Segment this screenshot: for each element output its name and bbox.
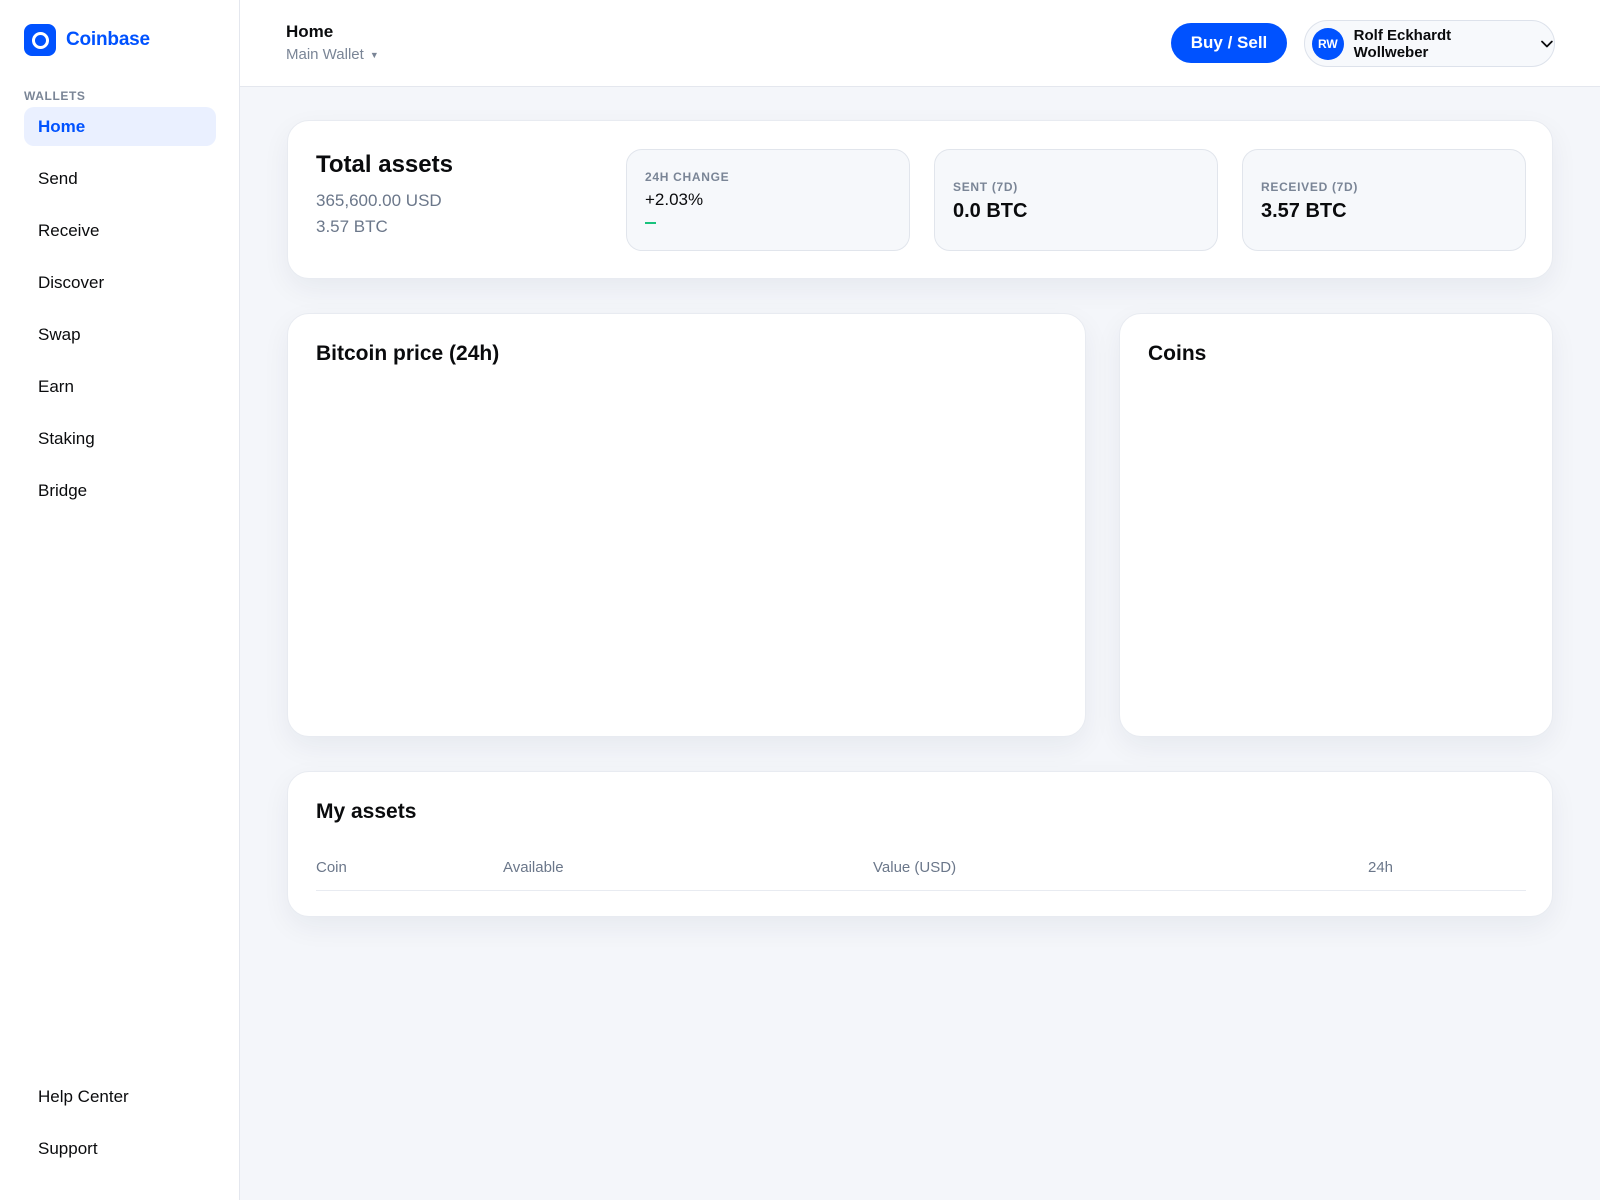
- total-btc-value: 3.57 BTC: [316, 217, 388, 236]
- stat-label: 24H CHANGE: [645, 170, 730, 184]
- column-header-value[interactable]: Value (USD): [873, 859, 956, 876]
- sidebar-item-bridge[interactable]: Bridge: [24, 471, 216, 510]
- assets-table-header: Coin Available Value (USD) 24h: [316, 856, 1526, 891]
- stat-label: RECEIVED (7D): [1261, 180, 1359, 194]
- column-header-available[interactable]: Available: [503, 859, 564, 876]
- stat-label: SENT (7D): [953, 180, 1018, 194]
- stat-24h-change: 24H CHANGE +2.03%: [626, 149, 910, 251]
- stat-value: 3.57 BTC: [1261, 200, 1347, 222]
- column-header-24h[interactable]: 24h: [1368, 859, 1393, 876]
- coins-title: Coins: [1148, 342, 1207, 365]
- stat-value: +2.03%: [645, 190, 704, 209]
- sidebar-item-home[interactable]: Home: [24, 107, 216, 146]
- column-header-coin[interactable]: Coin: [316, 859, 347, 876]
- coinbase-logo-icon: [24, 24, 56, 56]
- buy-sell-button[interactable]: Buy / Sell: [1171, 23, 1287, 63]
- sidebar-item-earn[interactable]: Earn: [24, 367, 216, 406]
- sidebar-item-support[interactable]: Support: [24, 1129, 216, 1168]
- bitcoin-price-title: Bitcoin price (24h): [316, 342, 500, 365]
- total-assets-title: Total assets: [316, 151, 453, 178]
- stat-received-7d: RECEIVED (7D) 3.57 BTC: [1242, 149, 1526, 251]
- sidebar-bottom-nav: Help Center Support: [24, 1077, 216, 1181]
- caret-down-icon: ▼: [369, 49, 379, 60]
- page-title: Home: [286, 22, 334, 41]
- stat-sent-7d: SENT (7D) 0.0 BTC: [934, 149, 1218, 251]
- sidebar: Coinbase WALLETS Home Send Receive Disco…: [0, 0, 240, 1200]
- sidebar-item-swap[interactable]: Swap: [24, 315, 216, 354]
- brand-name: Coinbase: [66, 29, 150, 50]
- my-assets-title: My assets: [316, 800, 417, 823]
- coins-card: Coins: [1119, 313, 1553, 737]
- user-name: Rolf Eckhardt Wollweber: [1353, 26, 1452, 61]
- chevron-down-icon: [1541, 40, 1553, 47]
- stat-value: 0.0 BTC: [953, 200, 1028, 222]
- sidebar-item-discover[interactable]: Discover: [24, 263, 216, 302]
- sidebar-item-send[interactable]: Send: [24, 159, 216, 198]
- brand[interactable]: Coinbase: [24, 24, 150, 56]
- wallet-selector-label: Main Wallet: [286, 46, 364, 63]
- sidebar-item-help-center[interactable]: Help Center: [24, 1077, 216, 1116]
- bitcoin-price-card: Bitcoin price (24h): [287, 313, 1086, 737]
- user-menu[interactable]: RW Rolf Eckhardt Wollweber: [1304, 20, 1555, 67]
- topbar: Home Main Wallet ▼ Buy / Sell RW Rolf Ec…: [240, 0, 1600, 87]
- sidebar-item-staking[interactable]: Staking: [24, 419, 216, 458]
- trend-indicator: [645, 222, 656, 224]
- total-usd-value: 365,600.00 USD: [316, 191, 442, 210]
- my-assets-card: My assets Coin Available Value (USD) 24h: [287, 771, 1553, 917]
- sidebar-nav: Home Send Receive Discover Swap Earn Sta…: [24, 107, 216, 523]
- avatar: RW: [1312, 27, 1344, 60]
- sidebar-item-receive[interactable]: Receive: [24, 211, 216, 250]
- wallet-selector[interactable]: Main Wallet ▼: [286, 46, 379, 63]
- total-assets-card: Total assets 365,600.00 USD 3.57 BTC 24H…: [287, 120, 1553, 279]
- wallets-section-label: WALLETS: [24, 89, 86, 103]
